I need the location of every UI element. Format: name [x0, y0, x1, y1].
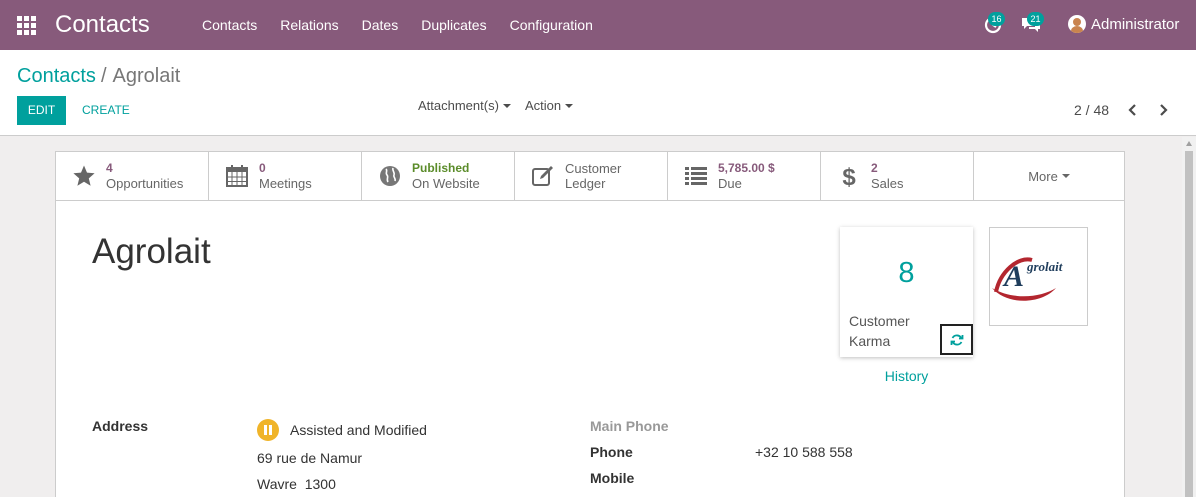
mobile-label: Mobile [590, 470, 635, 486]
apps-menu-icon[interactable] [17, 16, 36, 35]
form-content-area: 4 Opportunities 0 Meetings Published On … [0, 137, 1182, 497]
action-dropdown[interactable]: Action [525, 98, 574, 113]
meetings-label: Meetings [259, 176, 312, 191]
breadcrumb: Contacts / Agrolait [17, 65, 180, 88]
avatar [1068, 15, 1086, 33]
svg-text:$: $ [842, 164, 856, 188]
phone-value[interactable]: +32 10 588 558 [755, 444, 853, 460]
address-status: Assisted and Modified [290, 422, 427, 438]
dollar-icon: $ [842, 164, 856, 188]
attachments-label: Attachment(s) [418, 98, 499, 113]
calendar-icon [226, 165, 248, 187]
on-website-label: On Website [412, 176, 480, 191]
create-button[interactable]: CREATE [82, 96, 130, 125]
more-dropdown[interactable]: More [974, 152, 1124, 200]
messages-count-badge: 21 [1027, 12, 1044, 26]
opportunities-count: 4 [106, 161, 113, 175]
scroll-up-arrow-icon[interactable] [1186, 141, 1192, 146]
customer-karma-card: 8 Customer Karma [840, 227, 973, 357]
caret-down-icon [502, 104, 511, 108]
action-label: Action [525, 98, 562, 113]
svg-text:A: A [1002, 260, 1024, 293]
main-menu: Contacts Relations Dates Duplicates Conf… [202, 0, 616, 50]
menu-item-duplicates[interactable]: Duplicates [421, 0, 486, 50]
user-menu[interactable]: Administrator [1068, 15, 1179, 33]
smart-button-box: 4 Opportunities 0 Meetings Published On … [56, 152, 1124, 201]
phone-label: Phone [590, 444, 633, 460]
svg-text:grolait: grolait [1026, 259, 1063, 274]
sales-label: Sales [871, 176, 904, 191]
customer-ledger-label-2: Ledger [565, 176, 606, 191]
amount-due-button[interactable]: 5,785.00 $ Due [668, 152, 821, 200]
history-link[interactable]: History [840, 368, 973, 384]
edit-button[interactable]: EDIT [17, 96, 66, 125]
edit-icon [532, 166, 553, 186]
globe-icon [380, 166, 400, 186]
opportunities-label: Opportunities [106, 176, 184, 191]
app-title: Contacts [55, 11, 150, 38]
pager-value[interactable]: 2 / 48 [1074, 102, 1109, 118]
karma-label-line-1: Customer [849, 313, 910, 329]
amount-due-value: 5,785.00 $ [718, 161, 775, 175]
website-published-button[interactable]: Published On Website [362, 152, 515, 200]
meetings-count: 0 [259, 161, 266, 175]
star-icon [73, 165, 95, 186]
control-panel: Contacts / Agrolait EDIT CREATE Attachme… [0, 50, 1196, 136]
address-street[interactable]: 69 rue de Namur [257, 450, 362, 466]
address-city[interactable]: Wavre [257, 476, 297, 492]
partner-name: Agrolait [92, 232, 211, 271]
address-label: Address [92, 418, 149, 434]
scrollbar-thumb[interactable] [1185, 151, 1193, 497]
published-status: Published [412, 161, 470, 175]
chevron-left-icon[interactable] [1126, 103, 1140, 117]
activity-count-badge: 16 [988, 12, 1005, 26]
customer-ledger-label-1: Customer [565, 161, 622, 176]
karma-value: 8 [898, 257, 915, 289]
menu-item-configuration[interactable]: Configuration [510, 0, 593, 50]
refresh-karma-button[interactable] [940, 324, 973, 355]
menu-item-dates[interactable]: Dates [362, 0, 399, 50]
main-phone-label: Main Phone [590, 418, 669, 434]
form-sheet: 4 Opportunities 0 Meetings Published On … [55, 151, 1125, 497]
karma-label: Customer Karma [849, 311, 910, 351]
opportunities-button[interactable]: 4 Opportunities [56, 152, 209, 200]
more-label: More [1028, 168, 1058, 184]
caret-down-icon [565, 104, 574, 108]
sales-button[interactable]: $ 2 Sales [821, 152, 974, 200]
attachments-dropdown[interactable]: Attachment(s) [418, 98, 511, 113]
user-name: Administrator [1091, 15, 1180, 33]
meetings-button[interactable]: 0 Meetings [209, 152, 362, 200]
breadcrumb-current: Agrolait [112, 65, 181, 87]
menu-item-contacts[interactable]: Contacts [202, 0, 257, 50]
caret-down-icon [1061, 174, 1070, 178]
menu-item-relations[interactable]: Relations [280, 0, 338, 50]
vertical-scrollbar[interactable] [1182, 137, 1196, 497]
top-navbar: Contacts Contacts Relations Dates Duplic… [0, 0, 1196, 50]
sales-count: 2 [871, 161, 878, 175]
pause-icon [257, 419, 279, 441]
karma-label-line-2: Karma [849, 333, 891, 349]
agrolait-logo-image: A grolait [992, 257, 1063, 301]
customer-ledger-button[interactable]: Customer Ledger [515, 152, 668, 200]
breadcrumb-contacts-link[interactable]: Contacts [17, 65, 96, 88]
partner-logo[interactable]: A grolait [989, 227, 1088, 326]
address-zip[interactable]: 1300 [305, 476, 336, 492]
amount-due-label: Due [718, 176, 742, 191]
list-icon [685, 167, 707, 185]
chevron-right-icon[interactable] [1156, 103, 1170, 117]
refresh-icon [950, 334, 963, 345]
address-city-zip: Wavre 1300 [257, 476, 336, 492]
breadcrumb-separator: / [100, 65, 107, 87]
